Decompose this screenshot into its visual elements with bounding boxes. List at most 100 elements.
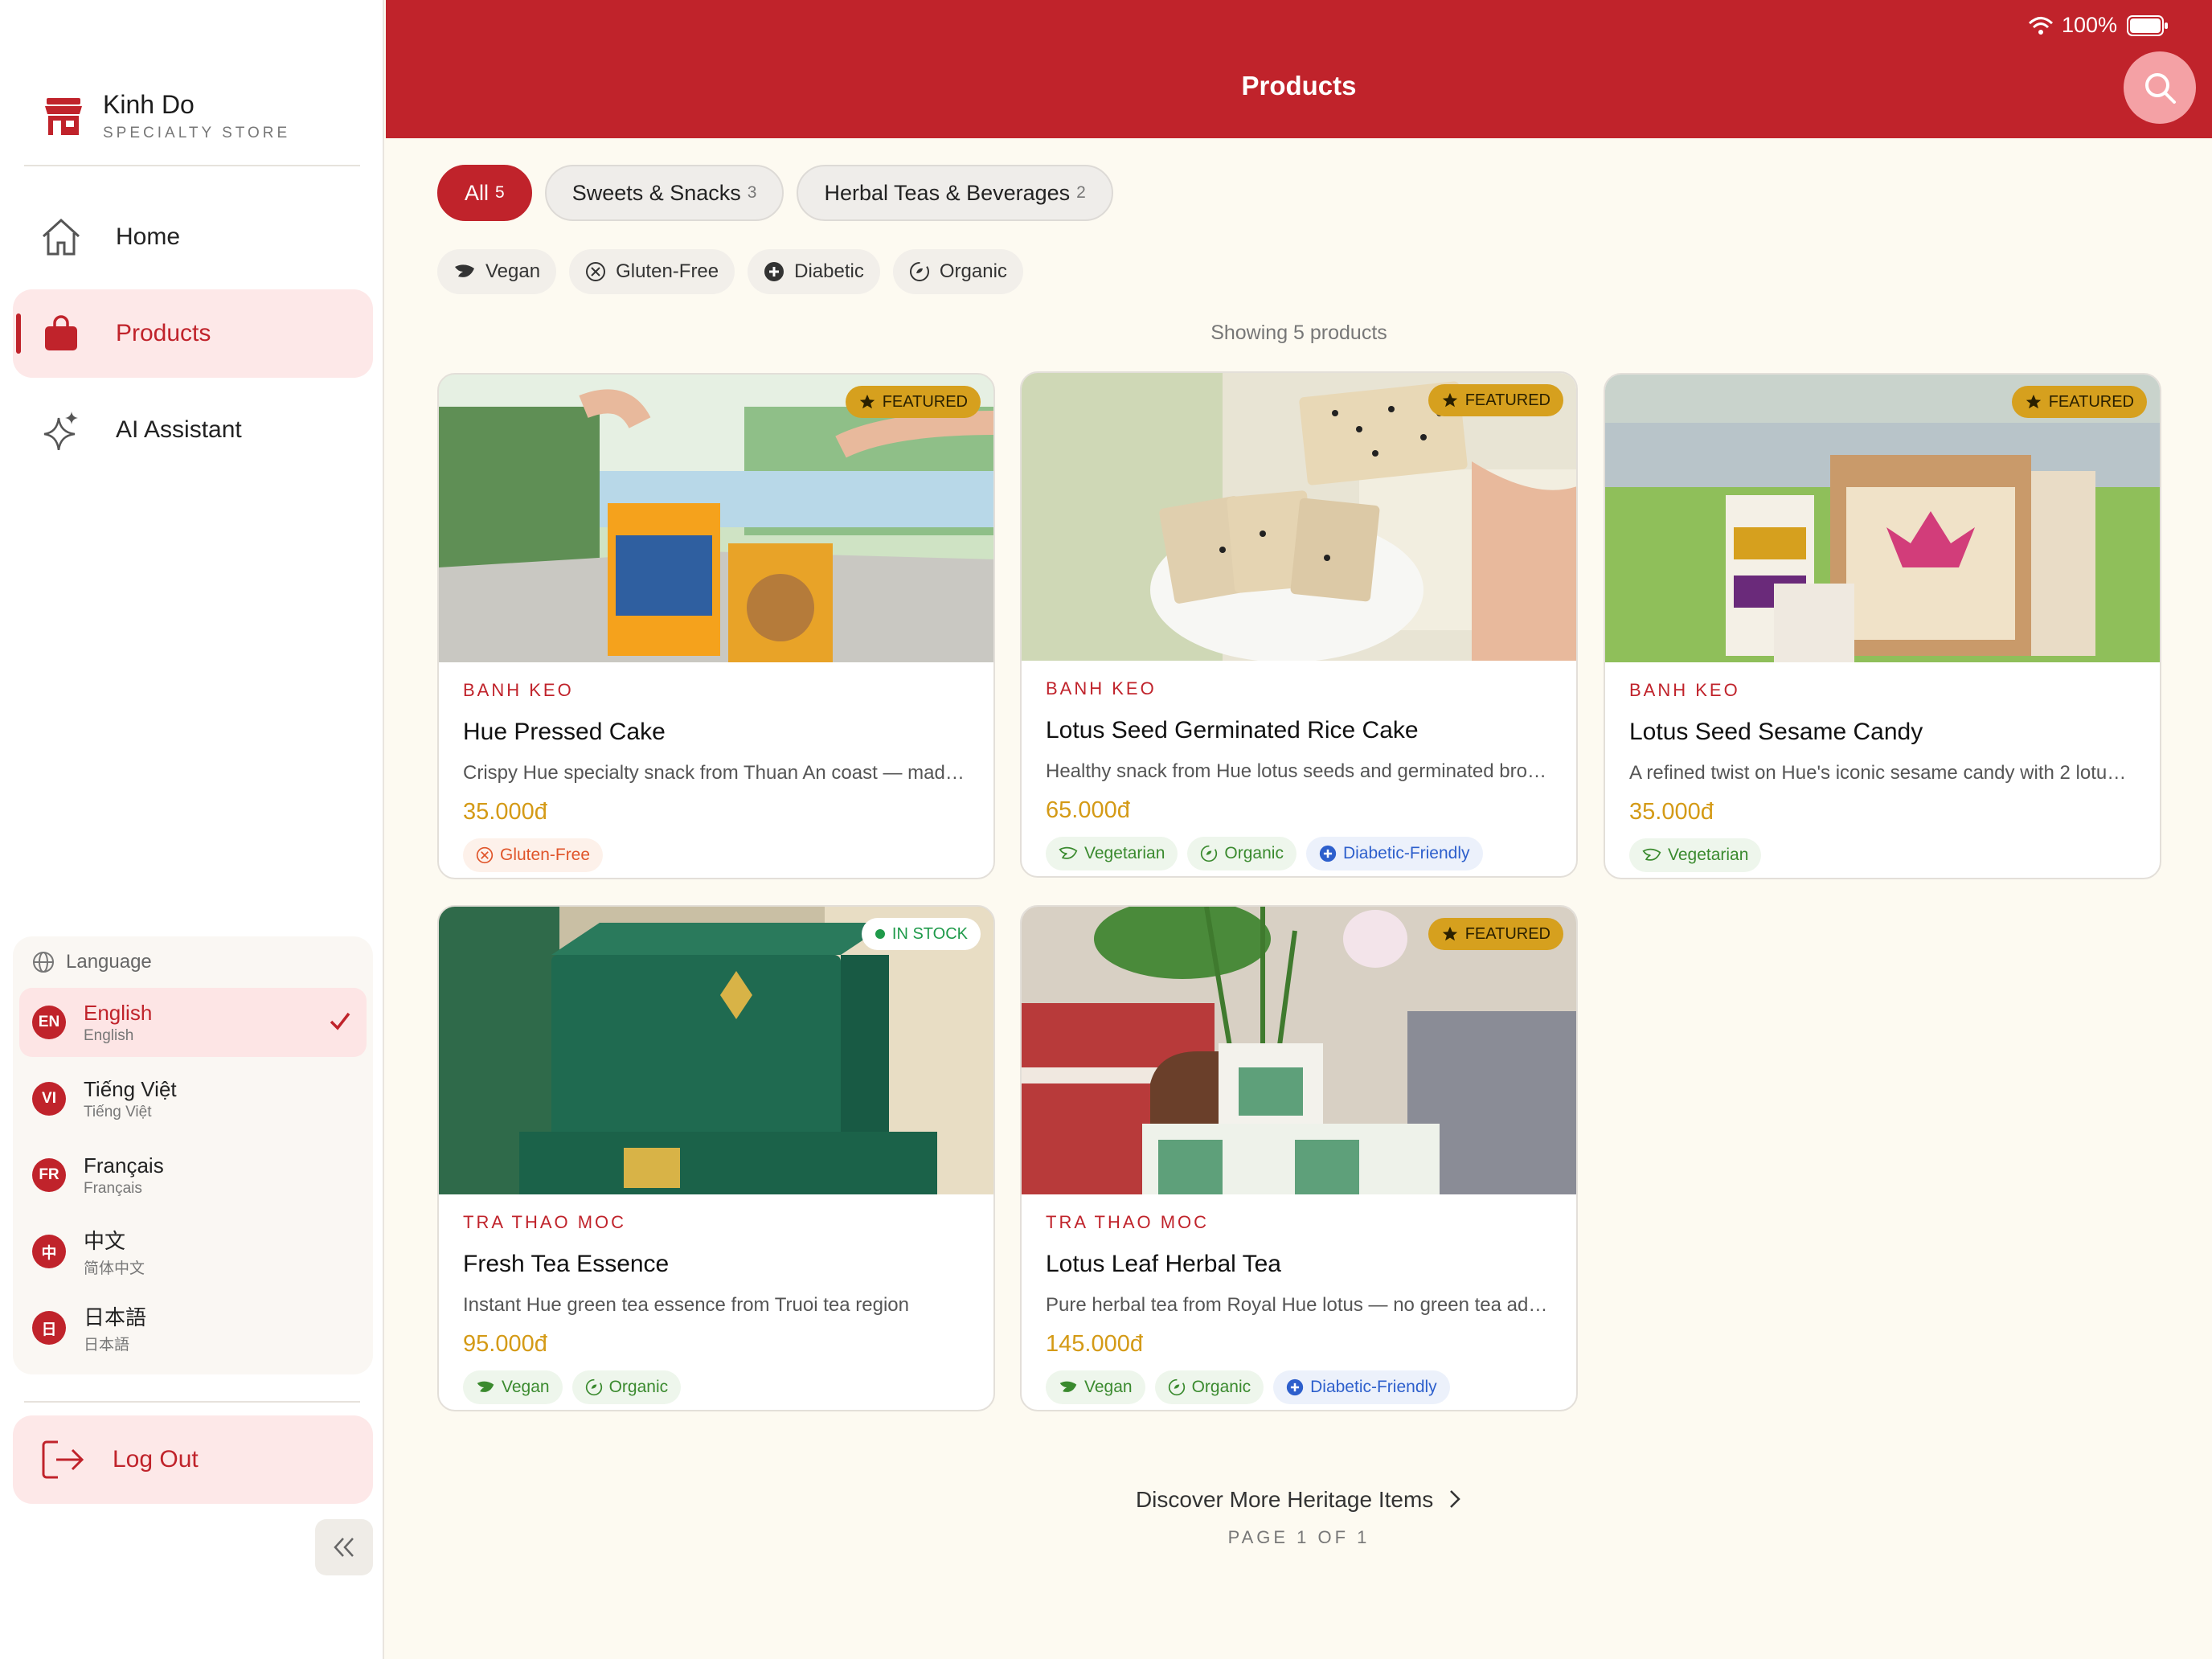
logout-button[interactable]: Log Out — [13, 1415, 373, 1504]
wifi-icon — [2028, 16, 2053, 35]
language-option-fr[interactable]: FR Français Français — [19, 1141, 367, 1210]
sidebar: Kinh Do SPECIALTY STORE Home Products AI… — [0, 0, 384, 1659]
product-description: Pure herbal tea from Royal Hue lotus — n… — [1046, 1294, 1552, 1316]
product-title: Lotus Seed Germinated Rice Cake — [1046, 717, 1419, 743]
category-chip-herbal-teas[interactable]: Herbal Teas & Beverages 2 — [797, 165, 1113, 221]
status-bar: 100% — [2028, 13, 2169, 38]
tag-diabetic-friendly: Diabetic-Friendly — [1273, 1370, 1450, 1404]
leaf-icon — [455, 264, 474, 277]
product-description: A refined twist on Hue's iconic sesame c… — [1629, 762, 2136, 784]
product-description: Instant Hue green tea essence from Truoi… — [463, 1294, 909, 1316]
chevron-right-icon — [1450, 1490, 1460, 1508]
language-native: Tiếng Việt — [84, 1103, 152, 1120]
diet-chip-vegan[interactable]: Vegan — [437, 249, 557, 294]
tag-vegetarian: Vegetarian — [1046, 837, 1178, 870]
product-price: 95.000đ — [463, 1331, 547, 1357]
store-icon — [45, 97, 82, 135]
nav-item-products[interactable]: Products — [13, 289, 373, 378]
product-card[interactable]: IN STOCK TRA THAO MOC Fresh Tea Essence … — [437, 905, 995, 1411]
battery-icon — [2127, 14, 2168, 36]
star-icon — [1442, 392, 1457, 408]
language-native: English — [84, 1026, 134, 1044]
recycle-icon — [909, 262, 929, 281]
category-filters: All 5 Sweets & Snacks 3 Herbal Teas & Be… — [437, 165, 1126, 221]
language-option-en[interactable]: EN English English — [19, 988, 367, 1057]
product-title: Fresh Tea Essence — [463, 1251, 670, 1277]
featured-badge: FEATURED — [1428, 918, 1563, 950]
language-badge: 中 — [32, 1235, 66, 1268]
collapse-sidebar-button[interactable] — [315, 1519, 373, 1575]
search-icon — [2145, 73, 2176, 104]
product-title: Lotus Seed Sesame Candy — [1629, 719, 1923, 745]
tag-organic: Organic — [1154, 1370, 1264, 1404]
nav-label: Home — [116, 223, 181, 250]
brand-subtitle: SPECIALTY STORE — [103, 125, 291, 141]
product-description: Crispy Hue specialty snack from Thuan An… — [463, 762, 969, 784]
product-category: BANH KEO — [1629, 680, 1740, 700]
language-panel: Language EN English English VI Tiếng Việ… — [13, 936, 373, 1374]
product-price: 35.000đ — [463, 799, 547, 825]
product-card[interactable]: FEATURED BANH KEO Lotus Seed Sesame Cand… — [1604, 373, 2161, 879]
status-dot-icon — [875, 929, 885, 939]
home-icon — [39, 215, 84, 260]
nav-item-home[interactable]: Home — [13, 193, 373, 281]
language-option-ja[interactable]: 日 日本語 日本語 — [19, 1293, 367, 1362]
language-option-zh[interactable]: 中 中文 简体中文 — [19, 1217, 367, 1286]
shopping-bag-icon — [39, 311, 84, 356]
language-badge: VI — [32, 1082, 66, 1116]
sparkle-icon — [39, 408, 84, 453]
results-count: Showing 5 products — [1210, 322, 1387, 344]
recycle-icon — [585, 1378, 602, 1396]
product-category: BANH KEO — [463, 680, 574, 700]
recycle-icon — [1168, 1378, 1185, 1396]
plus-circle-icon — [1319, 845, 1337, 862]
language-badge: EN — [32, 1006, 66, 1039]
diet-chip-diabetic[interactable]: Diabetic — [748, 249, 880, 294]
search-button[interactable] — [2124, 51, 2196, 124]
language-name: English — [84, 1000, 153, 1025]
product-title: Hue Pressed Cake — [463, 719, 666, 745]
featured-badge: FEATURED — [845, 386, 981, 418]
category-chip-sweets-snacks[interactable]: Sweets & Snacks 3 — [544, 165, 784, 221]
language-option-vi[interactable]: VI Tiếng Việt Tiếng Việt — [19, 1064, 367, 1133]
logout-icon — [42, 1440, 84, 1479]
product-card[interactable]: FEATURED BANH KEO Hue Pressed Cake Crisp… — [437, 373, 995, 879]
page-indicator: PAGE 1 OF 1 — [1227, 1527, 1370, 1547]
plus-circle-icon — [1286, 1378, 1304, 1396]
product-card[interactable]: FEATURED BANH KEO Lotus Seed Germinated … — [1020, 371, 1578, 878]
language-badge: FR — [32, 1158, 66, 1192]
star-icon — [859, 394, 875, 409]
product-category: TRA THAO MOC — [463, 1212, 627, 1232]
language-badge: 日 — [32, 1311, 66, 1345]
tag-vegan: Vegan — [463, 1370, 563, 1404]
plus-circle-icon — [764, 262, 784, 281]
product-price: 65.000đ — [1046, 797, 1130, 823]
in-stock-badge: IN STOCK — [861, 918, 981, 950]
featured-badge: FEATURED — [2011, 386, 2147, 418]
language-name: 中文 — [84, 1229, 126, 1253]
nav-item-ai-assistant[interactable]: AI Assistant — [13, 386, 373, 474]
diet-chip-organic[interactable]: Organic — [892, 249, 1023, 294]
nav-label: AI Assistant — [116, 416, 242, 443]
product-card[interactable]: FEATURED TRA THAO MOC Lotus Leaf Herbal … — [1020, 905, 1578, 1411]
brand-name: Kinh Do — [103, 90, 195, 119]
language-native: Français — [84, 1179, 142, 1197]
tag-gluten-free: Gluten-Free — [463, 838, 604, 872]
double-chevron-left-icon — [334, 1538, 354, 1557]
tag-organic: Organic — [1187, 837, 1296, 870]
no-gluten-icon — [586, 262, 606, 281]
product-category: TRA THAO MOC — [1046, 1212, 1210, 1232]
language-heading: Language — [32, 951, 152, 973]
leaf-outline-icon — [1642, 848, 1661, 861]
product-category: BANH KEO — [1046, 678, 1157, 698]
logout-label: Log Out — [113, 1446, 199, 1473]
diet-chip-gluten-free[interactable]: Gluten-Free — [569, 249, 735, 294]
category-chip-all[interactable]: All 5 — [437, 165, 532, 221]
product-price: 35.000đ — [1629, 799, 1714, 825]
recycle-icon — [1201, 845, 1218, 862]
brand[interactable]: Kinh Do SPECIALTY STORE — [42, 90, 290, 142]
language-name: Tiếng Việt — [84, 1076, 177, 1101]
discover-more-link[interactable]: Discover More Heritage Items — [386, 1487, 2212, 1513]
no-gluten-icon — [476, 846, 494, 864]
leaf-outline-icon — [1059, 846, 1078, 859]
